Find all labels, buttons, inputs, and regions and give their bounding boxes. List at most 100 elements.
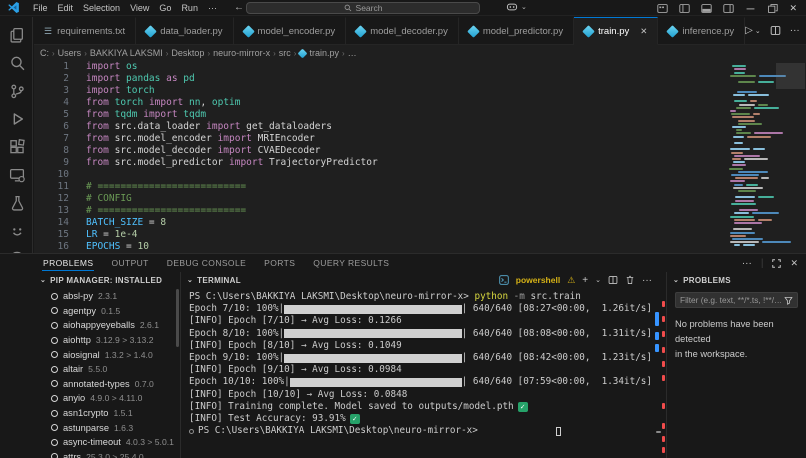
activity-remote-explorer[interactable] (0, 163, 33, 187)
activity-search[interactable] (0, 51, 33, 75)
pip-package-row[interactable]: astunparse1.6.3 (34, 420, 180, 435)
package-name: absl-py (63, 291, 93, 301)
activity-source-control[interactable] (0, 79, 33, 103)
tab-close-icon[interactable]: ✕ (640, 26, 647, 37)
python-icon (242, 25, 255, 38)
terminal-line: Epoch 10/10: 100%|| 640/640 [07:59<00:00… (189, 376, 652, 388)
minimap[interactable] (728, 62, 773, 250)
editor-more-actions[interactable]: ··· (790, 25, 800, 36)
menu-run[interactable]: Run (176, 3, 203, 13)
tab-label: model_decoder.py (370, 26, 448, 37)
pip-manager-header[interactable]: ⌄ PIP MANAGER: INSTALLED (34, 272, 180, 288)
progress-bar (284, 329, 462, 338)
split-editor-icon[interactable] (770, 25, 781, 36)
tab-data_loader-py[interactable]: data_loader.py (136, 17, 233, 44)
breadcrumb-item[interactable]: Desktop (171, 48, 204, 58)
kill-terminal-icon[interactable] (625, 275, 635, 285)
pip-package-row[interactable]: aiosignal1.3.2 > 1.4.0 (34, 347, 180, 362)
window-restore-button[interactable] (767, 3, 778, 14)
tab-model_predictor-py[interactable]: model_predictor.py (459, 17, 574, 44)
toggle-panel-icon[interactable] (701, 3, 712, 14)
terminal-header[interactable]: ⌄ TERMINAL (181, 272, 241, 288)
problems-header[interactable]: ⌄ PROBLEMS (667, 272, 806, 288)
customize-layout-icon[interactable] (657, 3, 668, 14)
code-editor[interactable]: 1import os2import pandas as pd3import to… (34, 61, 806, 253)
copilot-button[interactable]: ⌄ (506, 2, 527, 12)
toggle-sidebar-icon[interactable] (679, 3, 690, 14)
activity-explorer[interactable] (0, 23, 33, 47)
breadcrumb-item[interactable]: BAKKIYA LAKSMI (90, 48, 163, 58)
code-line: 16EPOCHS = 10 (34, 241, 806, 253)
run-and-debug-icon (9, 111, 25, 127)
pip-package-row[interactable]: absl-py2.3.1 (34, 289, 180, 304)
tab-requirements-txt[interactable]: ☰requirements.txt (34, 17, 136, 44)
panel-tab-debug-console[interactable]: DEBUG CONSOLE (166, 256, 247, 270)
tab-inference-py[interactable]: inference.py (658, 17, 745, 44)
breadcrumb-item[interactable]: C: (40, 48, 49, 58)
pip-package-row[interactable]: anyio4.9.0 > 4.11.0 (34, 391, 180, 406)
menu-go[interactable]: Go (154, 3, 176, 13)
breadcrumb-item[interactable]: Users (58, 48, 82, 58)
terminal-overview-ruler[interactable] (655, 288, 666, 458)
vscode-logo-icon (7, 1, 20, 14)
nav-back-button[interactable]: ← (234, 2, 244, 13)
toggle-secondary-sidebar-icon[interactable] (723, 3, 734, 14)
code-line: 14BATCH_SIZE = 8 (34, 217, 806, 229)
breadcrumb-item[interactable]: train.py (309, 48, 339, 58)
problems-filter-input[interactable]: Filter (e.g. text, **/*.ts, !**/… (675, 292, 798, 308)
menu-[interactable]: ··· (203, 3, 222, 13)
tab-model_decoder-py[interactable]: model_decoder.py (346, 17, 459, 44)
pip-package-row[interactable]: attrs25.3.0 > 25.4.0 (34, 450, 180, 458)
activity-extensions[interactable] (0, 135, 33, 159)
pip-scrollbar[interactable] (176, 289, 179, 347)
panel-tab-problems[interactable]: PROBLEMS (42, 256, 94, 271)
minimap-slider[interactable] (776, 63, 805, 89)
close-panel-icon[interactable]: ✕ (790, 258, 798, 269)
pip-package-row[interactable]: aiohappyeyeballs2.6.1 (34, 318, 180, 333)
breadcrumb[interactable]: C:›Users›BAKKIYA LAKSMI›Desktop›neuro-mi… (34, 45, 806, 61)
code-text: import torch (86, 85, 155, 97)
filter-placeholder: Filter (e.g. text, **/*.ts, !**/… (680, 295, 781, 305)
activity-testing[interactable] (0, 191, 33, 215)
panel-tab-query-results[interactable]: QUERY RESULTS (312, 256, 390, 270)
terminal-dropdown-icon[interactable]: ⌄ (595, 276, 601, 284)
search-command-center[interactable]: Search (246, 2, 480, 14)
run-dropdown-icon[interactable]: ⌄ (755, 27, 761, 35)
window-close-button[interactable]: ✕ (789, 3, 797, 14)
tab-train-py[interactable]: train.py✕ (574, 17, 658, 45)
package-circle-icon (51, 395, 58, 402)
maximize-panel-icon[interactable] (772, 259, 781, 268)
menu-edit[interactable]: Edit (53, 3, 79, 13)
terminal-output[interactable]: PS C:\Users\BAKKIYA LAKSMI\Desktop\neuro… (181, 288, 666, 437)
pip-package-row[interactable]: altair5.5.0 (34, 362, 180, 377)
run-python-file-button[interactable]: ▷ (745, 25, 753, 36)
code-line: 7from src.model_encoder import MRIEncode… (34, 133, 806, 145)
pip-package-row[interactable]: annotated-types0.7.0 (34, 377, 180, 392)
menu-selection[interactable]: Selection (78, 3, 125, 13)
breadcrumb-item[interactable]: … (348, 48, 357, 58)
pip-package-row[interactable]: asn1crypto1.5.1 (34, 406, 180, 421)
shell-name-label[interactable]: powershell (516, 275, 560, 285)
activity-run-and-debug[interactable] (0, 107, 33, 131)
activity-smiley-extension[interactable] (0, 219, 33, 243)
panel-tab-ports[interactable]: PORTS (263, 256, 296, 270)
split-terminal-icon[interactable] (608, 275, 618, 285)
new-terminal-button[interactable]: + (582, 275, 588, 286)
menu-view[interactable]: View (125, 3, 154, 13)
pip-package-row[interactable]: aiohttp3.12.9 > 3.13.2 (34, 333, 180, 348)
window-minimize-button[interactable] (745, 3, 756, 14)
breadcrumb-item[interactable]: src (279, 48, 291, 58)
tab-model_encoder-py[interactable]: model_encoder.py (234, 17, 347, 44)
problems-title: PROBLEMS (683, 276, 731, 285)
package-name: aiohappyeyeballs (63, 320, 135, 330)
panel-more-actions[interactable]: ··· (742, 258, 752, 269)
pip-package-row[interactable]: agentpy0.1.5 (34, 304, 180, 319)
breadcrumb-item[interactable]: neuro-mirror-x (213, 48, 270, 58)
menu-file[interactable]: File (28, 3, 53, 13)
package-version: 0.7.0 (135, 379, 154, 389)
terminal-more-actions[interactable]: ··· (642, 275, 652, 286)
pip-package-row[interactable]: async-timeout4.0.3 > 5.0.1 (34, 435, 180, 450)
panel-tab-output[interactable]: OUTPUT (110, 256, 149, 270)
package-circle-icon (51, 351, 58, 358)
warning-icon[interactable]: ⚠ (567, 275, 575, 286)
